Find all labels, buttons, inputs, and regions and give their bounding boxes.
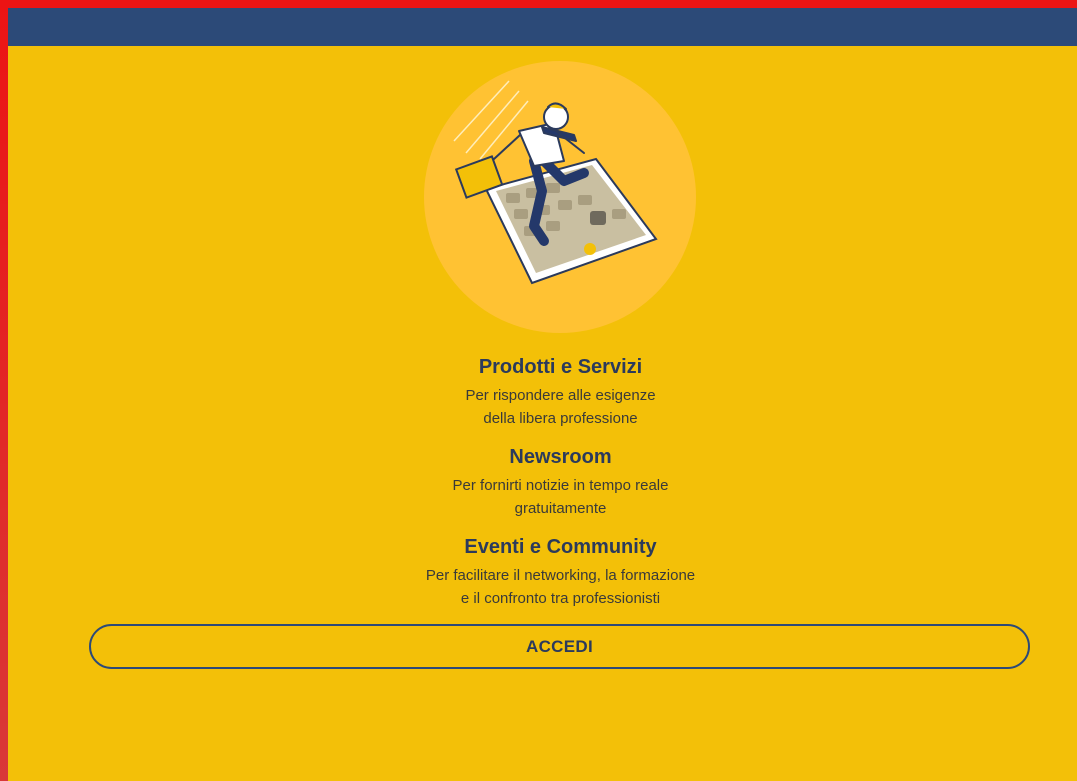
section-prodotti-servizi: Prodotti e Servizi Per rispondere alle e…: [300, 354, 821, 430]
header-bar: [8, 8, 1077, 46]
section-title: Prodotti e Servizi: [478, 356, 643, 378]
section-title: Eventi e Community: [464, 536, 657, 558]
section-description: Per rispondere alle esigenze della liber…: [300, 384, 821, 430]
description-line: Per rispondere alle esigenze: [465, 387, 656, 404]
man-jumping-onto-phone-icon: [424, 61, 696, 333]
window-frame-left: [0, 0, 8, 781]
description-line: della libera professione: [483, 410, 638, 427]
hero-illustration: [424, 61, 697, 334]
window-frame-top: [0, 0, 1077, 8]
description-line: Per fornirti notizie in tempo reale: [452, 477, 669, 494]
section-description: Per fornirti notizie in tempo reale grat…: [300, 474, 821, 520]
section-newsroom: Newsroom Per fornirti notizie in tempo r…: [300, 444, 821, 520]
description-line: e il confronto tra professionisti: [460, 590, 661, 607]
section-title: Newsroom: [509, 446, 612, 468]
description-line: gratuitamente: [514, 500, 607, 517]
section-eventi-community: Eventi e Community Per facilitare il net…: [300, 534, 821, 610]
section-description: Per facilitare il networking, la formazi…: [300, 564, 821, 610]
description-line: Per facilitare il networking, la formazi…: [425, 567, 696, 584]
login-button[interactable]: ACCEDI: [89, 624, 1030, 669]
